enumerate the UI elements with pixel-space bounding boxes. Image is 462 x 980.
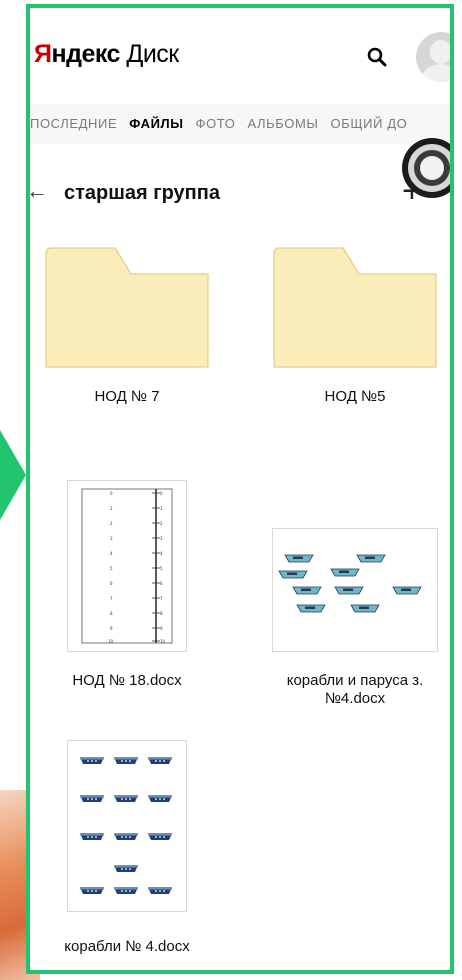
folder-icon xyxy=(45,244,209,368)
file-item[interactable]: 0 1 2 3 4 5 6 7 8 9 10 0 1 2 3 4 5 6 7 8 9 10 НОД № 18.d… xyxy=(32,480,222,690)
search-icon[interactable] xyxy=(366,46,388,68)
header: Яндекс Диск xyxy=(30,8,450,96)
svg-text:5: 5 xyxy=(160,566,163,571)
svg-text:4: 4 xyxy=(160,551,163,556)
user-avatar-icon[interactable] xyxy=(416,32,450,82)
section-tabs: ПОСЛЕДНИЕ ФАЙЛЫ ФОТО АЛЬБОМЫ ОБЩИЙ ДО xyxy=(30,104,450,144)
svg-text:0: 0 xyxy=(160,491,163,496)
logo-product: Диск xyxy=(119,40,179,68)
svg-text:8: 8 xyxy=(160,611,163,616)
tab-files[interactable]: ФАЙЛЫ xyxy=(123,104,189,144)
file-item[interactable]: корабли и паруса з.№4.docx xyxy=(260,528,450,708)
svg-text:10: 10 xyxy=(108,639,114,644)
item-label: корабли и паруса з.№4.docx xyxy=(286,672,424,707)
svg-text:4: 4 xyxy=(110,551,113,556)
svg-text:7: 7 xyxy=(160,596,163,601)
document-thumbnail xyxy=(272,528,438,652)
logo-first-letter: Я xyxy=(34,40,52,68)
item-label: НОД № 18.docx xyxy=(72,672,182,689)
svg-text:2: 2 xyxy=(160,521,163,526)
document-thumbnail xyxy=(67,740,187,912)
folder-item[interactable]: НОД № 7 xyxy=(32,244,222,406)
svg-text:1: 1 xyxy=(110,506,113,511)
logo-brand: ндекс xyxy=(51,40,120,68)
svg-text:6: 6 xyxy=(160,581,163,586)
item-label: НОД №5 xyxy=(324,388,386,405)
document-thumbnail: 0 1 2 3 4 5 6 7 8 9 10 0 1 2 3 4 5 6 7 8 9 10 xyxy=(67,480,187,652)
svg-text:3: 3 xyxy=(110,536,113,541)
svg-text:0: 0 xyxy=(110,491,113,496)
file-item[interactable]: корабли № 4.docx xyxy=(32,740,222,956)
tab-shared[interactable]: ОБЩИЙ ДО xyxy=(325,104,414,144)
camera-icon[interactable] xyxy=(402,138,450,198)
svg-text:9: 9 xyxy=(160,626,163,631)
svg-text:2: 2 xyxy=(110,521,113,526)
folder-titlebar: ← старшая группа + xyxy=(30,172,450,216)
phone-screen: Яндекс Диск ПОСЛЕДНИЕ ФАЙЛЫ ФОТО АЛЬБОМЫ… xyxy=(26,4,454,974)
item-label: НОД № 7 xyxy=(94,388,160,405)
tab-photo[interactable]: ФОТО xyxy=(190,104,242,144)
svg-text:8: 8 xyxy=(110,611,113,616)
svg-text:9: 9 xyxy=(110,626,113,631)
tab-albums[interactable]: АЛЬБОМЫ xyxy=(241,104,324,144)
folder-title: старшая группа xyxy=(64,182,220,204)
yandex-disk-logo[interactable]: Яндекс Диск xyxy=(34,40,179,69)
svg-text:10: 10 xyxy=(160,639,166,644)
svg-text:7: 7 xyxy=(110,596,113,601)
folder-icon xyxy=(273,244,437,368)
svg-text:1: 1 xyxy=(160,506,163,511)
item-label: корабли № 4.docx xyxy=(64,938,190,955)
folder-item[interactable]: НОД №5 xyxy=(260,244,450,406)
svg-text:5: 5 xyxy=(110,566,113,571)
tab-recent[interactable]: ПОСЛЕДНИЕ xyxy=(30,104,123,144)
svg-text:6: 6 xyxy=(110,581,113,586)
svg-text:3: 3 xyxy=(160,536,163,541)
pointer-arrow-icon xyxy=(0,430,26,520)
back-arrow-icon[interactable]: ← xyxy=(30,178,48,204)
